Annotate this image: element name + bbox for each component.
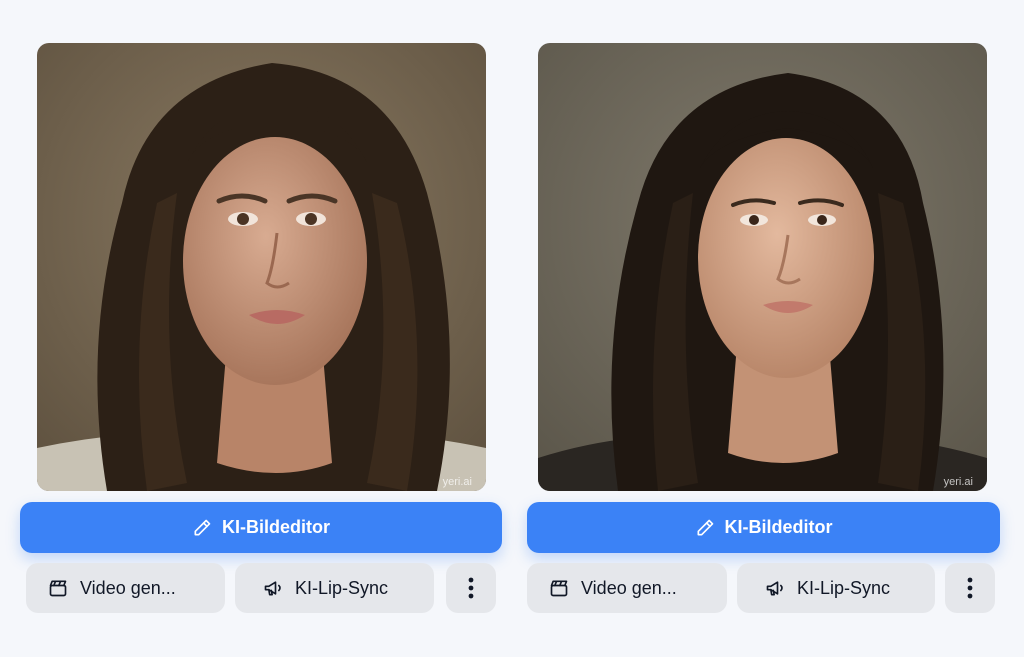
ai-image-editor-button[interactable]: KI-Bildeditor [20, 502, 502, 553]
generated-images-panel: yeri.ai KI-Bildeditor Video gen... KI-Li… [0, 0, 1024, 657]
lip-sync-label: KI-Lip-Sync [797, 577, 891, 598]
lip-sync-button[interactable]: KI-Lip-Sync [235, 563, 434, 613]
more-vertical-icon [967, 577, 973, 599]
megaphone-icon [263, 578, 283, 598]
pencil-icon [192, 518, 212, 538]
video-generate-button[interactable]: Video gen... [26, 563, 225, 613]
portrait-image-1 [37, 43, 486, 491]
clapperboard-icon [48, 578, 68, 598]
watermark-text: yeri.ai [943, 476, 973, 488]
ai-image-editor-label: KI-Bildeditor [222, 517, 330, 537]
video-generate-label: Video gen... [80, 577, 176, 598]
ai-image-editor-label: KI-Bildeditor [724, 517, 833, 537]
more-options-button[interactable] [446, 563, 496, 613]
video-generate-label: Video gen... [581, 577, 677, 598]
megaphone-icon [765, 578, 785, 598]
portrait-photo-2[interactable]: yeri.ai [538, 43, 987, 491]
pencil-icon [695, 518, 715, 538]
more-vertical-icon [468, 577, 474, 599]
clapperboard-icon [549, 578, 569, 598]
lip-sync-label: KI-Lip-Sync [295, 577, 389, 598]
portrait-photo-1[interactable]: yeri.ai [37, 43, 486, 491]
watermark-text: yeri.ai [442, 476, 472, 488]
ai-image-editor-button[interactable]: KI-Bildeditor [527, 502, 1000, 553]
portrait-image-2 [538, 43, 987, 491]
lip-sync-button[interactable]: KI-Lip-Sync [737, 563, 935, 613]
video-generate-button[interactable]: Video gen... [527, 563, 727, 613]
more-options-button[interactable] [945, 563, 995, 613]
